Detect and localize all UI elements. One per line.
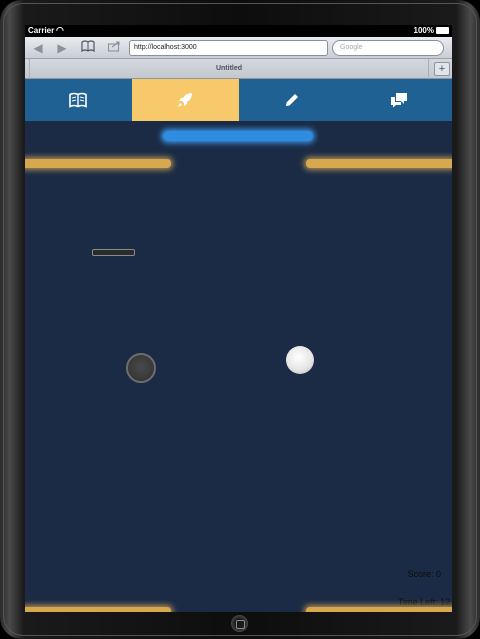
bookmarks-icon[interactable] — [79, 40, 97, 56]
search-field[interactable]: Google — [332, 40, 444, 56]
wall-bar-bottom-right — [306, 607, 452, 612]
carrier-label: Carrier — [28, 26, 55, 35]
small-paddle — [92, 249, 135, 256]
time-left-label: Time Left: 12 — [398, 597, 451, 607]
tab-strip: Untitled + — [25, 59, 452, 79]
wifi-icon: ◠ — [56, 25, 64, 35]
pencil-icon — [285, 93, 299, 107]
dark-ball — [126, 353, 156, 383]
screen: Carrier ◠ 100% ◀ ▶ http://localhost:3000… — [25, 25, 452, 612]
status-bar: Carrier ◠ 100% — [25, 25, 452, 37]
wall-bar-top-left — [25, 159, 171, 168]
battery-icon — [436, 27, 449, 34]
book-icon — [69, 92, 88, 108]
rocket-icon — [177, 92, 193, 108]
score-label: Score: 0 — [407, 569, 441, 579]
white-ball — [286, 346, 314, 374]
forward-icon[interactable]: ▶ — [53, 40, 71, 56]
share-icon[interactable] — [105, 40, 123, 56]
chat-icon — [390, 92, 408, 108]
back-icon[interactable]: ◀ — [29, 40, 47, 56]
url-field[interactable]: http://localhost:3000 — [129, 40, 328, 56]
player-paddle-top — [163, 131, 313, 141]
app-nav — [25, 79, 452, 121]
nav-item-pencil[interactable] — [239, 79, 346, 121]
add-tab-button[interactable]: + — [434, 62, 450, 76]
browser-toolbar: ◀ ▶ http://localhost:3000 Google — [25, 37, 452, 59]
game-area[interactable]: Score: 0 Time Left: 12 — [25, 121, 452, 612]
wall-bar-top-right — [306, 159, 452, 168]
wall-bar-bottom-left — [25, 607, 171, 612]
nav-item-rocket[interactable] — [131, 79, 239, 121]
tab-untitled[interactable]: Untitled — [29, 59, 429, 79]
nav-item-book[interactable] — [25, 79, 132, 121]
nav-item-chat[interactable] — [345, 79, 452, 121]
ipad-frame: Carrier ◠ 100% ◀ ▶ http://localhost:3000… — [0, 0, 480, 639]
battery-label: 100% — [413, 26, 434, 35]
home-button[interactable] — [231, 615, 248, 632]
